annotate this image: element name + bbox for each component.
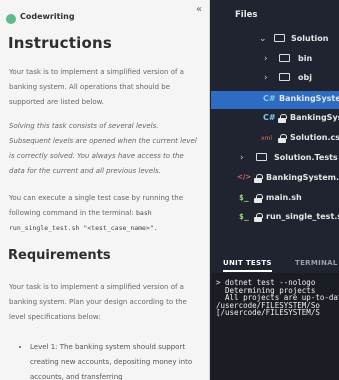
tree-folder-obj[interactable]: › obj	[211, 70, 339, 88]
instructions-header: Codewriting «	[0, 0, 209, 30]
requirements-paragraph: Your task is to implement a simplified v…	[9, 283, 187, 321]
shell-file-icon: $_	[239, 212, 249, 221]
files-panel: Files ⌄ Solution › bin › obj C# BankingS…	[211, 0, 339, 380]
tree-folder-solution[interactable]: ⌄ Solution	[211, 31, 339, 49]
lock-icon	[254, 174, 263, 185]
levels-paragraph: Solving this task consists of several le…	[9, 122, 197, 175]
tree-label: BankingSystem.cs	[279, 94, 339, 103]
terminal-line: [/usercode/FILESYSTEM/S	[216, 308, 320, 317]
levels-list: Level 1: The banking system should suppo…	[30, 340, 200, 380]
tree-label: bin	[298, 54, 313, 63]
folder-icon	[279, 54, 290, 64]
tree-label: Solution.csproj	[290, 133, 339, 142]
tree-folder-solution-tests[interactable]: › Solution.Tests	[211, 150, 339, 168]
chevron-right-icon: ›	[240, 153, 244, 163]
tree-label: run_single_test.sh	[266, 212, 339, 221]
tab-unit-tests[interactable]: UNIT TESTS	[223, 259, 272, 272]
lock-icon	[278, 114, 287, 125]
codewriting-logo-icon	[6, 14, 16, 24]
csharp-file-icon: C#	[263, 94, 276, 103]
xml-file-icon: xml	[261, 135, 273, 142]
tree-label: main.sh	[266, 193, 302, 202]
run-test-paragraph: You can execute a single test case by ru…	[9, 191, 201, 236]
run-command-bash: bash	[136, 209, 152, 217]
instructions-panel: Codewriting « Instructions Your task is …	[0, 0, 210, 380]
instructions-title: Instructions	[8, 34, 112, 52]
tree-file-bankingsystem-html[interactable]: </> BankingSystem.html	[211, 170, 339, 188]
terminal-output[interactable]: > dotnet test --nologo Determining proje…	[211, 273, 339, 380]
collapse-panel-icon[interactable]: «	[196, 4, 202, 15]
tree-file-run-single-test-sh[interactable]: $_ run_single_test.sh	[211, 209, 339, 227]
intro-paragraph: Your task is to implement a simplified v…	[9, 68, 184, 106]
folder-icon	[279, 73, 290, 83]
lock-icon	[278, 134, 287, 145]
tab-terminal[interactable]: TERMINAL	[295, 259, 338, 267]
csharp-file-icon: C#	[263, 113, 276, 122]
level-1-item: Level 1: The banking system should suppo…	[30, 340, 200, 380]
chevron-right-icon: ›	[264, 54, 268, 64]
folder-icon	[274, 34, 285, 44]
html-file-icon: </>	[237, 173, 252, 181]
shell-file-icon: $_	[239, 193, 249, 202]
tree-label: obj	[298, 73, 312, 82]
tree-file-main-sh[interactable]: $_ main.sh	[211, 190, 339, 208]
brand-name: Codewriting	[20, 12, 75, 21]
folder-icon	[256, 153, 267, 163]
tree-label: BankingSystem.cs	[290, 113, 339, 122]
tree-label: Solution	[291, 34, 329, 43]
files-title: Files	[235, 10, 258, 20]
run-test-text: You can execute a single test case by ru…	[9, 194, 184, 217]
tree-label: Solution.Tests	[274, 153, 338, 162]
chevron-down-icon: ⌄	[259, 34, 267, 44]
tree-file-bankingsystem-cs-locked[interactable]: C# BankingSystem.cs	[211, 110, 339, 128]
lock-icon	[254, 213, 263, 224]
chevron-right-icon: ›	[264, 73, 268, 83]
tree-folder-bin[interactable]: › bin	[211, 51, 339, 69]
tree-file-solution-csproj[interactable]: xml Solution.csproj	[211, 130, 339, 148]
requirements-title: Requirements	[8, 248, 111, 263]
lock-icon	[254, 194, 263, 205]
tree-label: BankingSystem.html	[266, 173, 339, 182]
bottom-panel-tabs: UNIT TESTS TERMINAL	[211, 255, 339, 273]
tree-file-bankingsystem-cs[interactable]: C# BankingSystem.cs	[211, 91, 339, 109]
run-command-script: run_single_test.sh "<test_case_name>".	[9, 224, 158, 232]
